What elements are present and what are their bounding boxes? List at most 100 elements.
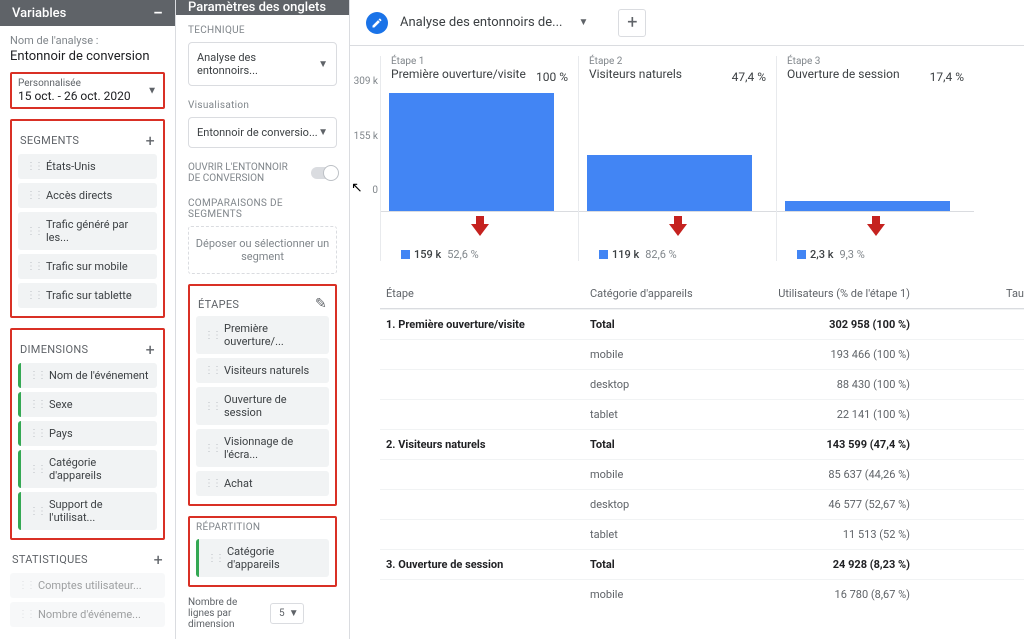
drop-arrow-icon	[471, 224, 489, 236]
list-item[interactable]: ⋮⋮Trafic généré par les...	[18, 212, 157, 250]
segment-drop-zone[interactable]: Déposer ou sélectionner un segment	[188, 226, 337, 274]
edit-tab-icon[interactable]	[366, 12, 388, 34]
list-item[interactable]: ⋮⋮Accès directs	[18, 183, 157, 208]
variables-panel: Variables − Nom de l'analyse : Entonnoir…	[0, 0, 175, 639]
list-item[interactable]: ⋮⋮États-Unis	[18, 154, 157, 179]
tab-bar: Analyse des entonnoirs de... ▼ +	[350, 0, 1024, 46]
split-section: RÉPARTITION ⋮⋮ Catégorie d'appareils	[188, 516, 337, 587]
date-range-picker[interactable]: Personnalisée 15 oct. - 26 oct. 2020 ▼	[10, 72, 165, 109]
add-tab-button[interactable]: +	[618, 9, 646, 37]
tab-settings-panel: Paramètres des onglets TECHNIQUE Analyse…	[175, 0, 350, 639]
list-item[interactable]: ⋮⋮Support de l'utilisat...	[18, 492, 157, 530]
table-row: mobile16 780 (8,67 %)	[380, 579, 1024, 609]
open-funnel-label: OUVRIR L'ENTONNOIR DE CONVERSION	[188, 162, 288, 184]
variables-header: Variables −	[0, 0, 175, 26]
variables-title: Variables	[12, 6, 66, 21]
drag-handle-icon: ⋮⋮	[18, 609, 34, 620]
split-chip[interactable]: ⋮⋮ Catégorie d'appareils	[196, 539, 329, 577]
list-item[interactable]: ⋮⋮Trafic sur tablette	[18, 283, 157, 308]
table-header: Étape Catégorie d'appareils Utilisateurs…	[380, 279, 1024, 309]
chevron-down-icon: ▼	[147, 85, 157, 96]
list-item[interactable]: ⋮⋮Comptes utilisateur...	[10, 573, 165, 598]
canvas: Analyse des entonnoirs de... ▼ + 309 k 1…	[350, 0, 1024, 639]
data-table: Étape Catégorie d'appareils Utilisateurs…	[380, 279, 1024, 609]
drag-handle-icon: ⋮⋮	[26, 161, 42, 172]
tab-name[interactable]: Analyse des entonnoirs de...	[400, 15, 562, 30]
technique-label: TECHNIQUE	[188, 25, 337, 36]
segments-section: SEGMENTS + ⋮⋮États-Unis⋮⋮Accès directs⋮⋮…	[10, 119, 165, 318]
funnel-step: Étape 1Première ouverture/visite100 %159…	[380, 56, 578, 261]
list-item[interactable]: ⋮⋮Catégorie d'appareils	[18, 450, 157, 488]
list-item[interactable]: ⋮⋮Ouverture de session	[196, 387, 329, 425]
list-item[interactable]: ⋮⋮Nom de l'événement	[18, 363, 157, 388]
table-row: mobile85 637 (44,26 %)	[380, 459, 1024, 489]
table-row: 2. Visiteurs naturelsTotal143 599 (47,4 …	[380, 429, 1024, 459]
rows-select[interactable]: 5 ▼	[270, 603, 304, 624]
collapse-icon[interactable]: −	[153, 3, 163, 24]
table-row: tablet11 513 (52 %)	[380, 519, 1024, 549]
add-segment-button[interactable]: +	[146, 131, 155, 150]
add-dimension-button[interactable]: +	[146, 340, 155, 359]
list-item[interactable]: ⋮⋮Pays	[18, 421, 157, 446]
list-item[interactable]: ⋮⋮Première ouverture/...	[196, 316, 329, 354]
drag-handle-icon: ⋮⋮	[26, 290, 42, 301]
dimensions-label: DIMENSIONS	[20, 343, 88, 356]
table-row: tablet22 141 (100 %)	[380, 399, 1024, 429]
drag-handle-icon: ⋮⋮	[204, 401, 220, 412]
add-stat-button[interactable]: +	[154, 550, 163, 569]
analysis-name[interactable]: Entonnoir de conversion	[10, 49, 165, 64]
funnel-step: Étape 2Visiteurs naturels47,4 %119 k82,6…	[578, 56, 776, 261]
drop-arrow-icon	[669, 224, 687, 236]
split-label: RÉPARTITION	[196, 522, 329, 533]
open-funnel-toggle[interactable]	[311, 167, 337, 179]
drag-handle-icon: ⋮⋮	[29, 370, 45, 381]
drag-handle-icon: ⋮⋮	[204, 443, 220, 454]
list-item[interactable]: ⋮⋮Nombre d'événeme...	[10, 602, 165, 627]
drag-handle-icon: ⋮⋮	[26, 190, 42, 201]
list-item[interactable]: ⋮⋮Visionnage de l'écra...	[196, 429, 329, 467]
drag-handle-icon: ⋮⋮	[26, 261, 42, 272]
cursor-icon: ↖	[351, 180, 363, 196]
list-item[interactable]: ⋮⋮Achat	[196, 471, 329, 496]
steps-label: ÉTAPES	[198, 298, 239, 311]
list-item[interactable]: ⋮⋮Sexe	[18, 392, 157, 417]
list-item[interactable]: ⋮⋮Visiteurs naturels	[196, 358, 329, 383]
dimensions-section: DIMENSIONS + ⋮⋮Nom de l'événement⋮⋮Sexe⋮…	[10, 328, 165, 540]
steps-section: ÉTAPES ✎ ⋮⋮Première ouverture/... ⋮⋮Visit…	[188, 284, 337, 506]
table-row: mobile193 466 (100 %)	[380, 339, 1024, 369]
table-row: desktop46 577 (52,67 %)	[380, 489, 1024, 519]
drop-arrow-icon	[867, 224, 885, 236]
chevron-down-icon: ▼	[318, 127, 328, 138]
settings-header: Paramètres des onglets	[176, 0, 349, 15]
chevron-down-icon: ▼	[318, 59, 328, 70]
table-row: desktop88 430 (100 %)	[380, 369, 1024, 399]
y-axis: 309 k 155 k 0	[350, 76, 378, 196]
edit-steps-icon[interactable]: ✎	[315, 296, 327, 312]
drag-handle-icon: ⋮⋮	[204, 330, 220, 341]
viz-label: Visualisation	[188, 100, 337, 111]
table-row: 3. Ouverture de sessionTotal24 928 (8,23…	[380, 549, 1024, 579]
drag-handle-icon: ⋮⋮	[29, 464, 45, 475]
funnel-step: Étape 3Ouverture de session17,4 %2,3 k9,…	[776, 56, 974, 261]
rows-label: Nombre de lignes par dimension	[188, 597, 258, 630]
stats-label: STATISTIQUES	[12, 553, 88, 566]
drag-handle-icon: ⋮⋮	[204, 478, 220, 489]
compare-label: COMPARAISONS DE SEGMENTS	[188, 198, 337, 220]
drag-handle-icon: ⋮⋮	[207, 553, 223, 564]
chevron-down-icon: ▼	[289, 608, 299, 619]
drag-handle-icon: ⋮⋮	[26, 226, 42, 237]
chevron-down-icon[interactable]: ▼	[578, 17, 588, 28]
technique-select[interactable]: Analyse des entonnoirs... ▼	[188, 42, 337, 86]
drag-handle-icon: ⋮⋮	[18, 580, 34, 591]
segments-label: SEGMENTS	[20, 134, 79, 147]
drag-handle-icon: ⋮⋮	[29, 506, 45, 517]
viz-select[interactable]: Entonnoir de conversio... ▼	[188, 117, 337, 148]
settings-title: Paramètres des onglets	[188, 0, 326, 15]
drag-handle-icon: ⋮⋮	[29, 428, 45, 439]
table-row: 1. Première ouverture/visiteTotal302 958…	[380, 309, 1024, 339]
drag-handle-icon: ⋮⋮	[29, 399, 45, 410]
drag-handle-icon: ⋮⋮	[204, 365, 220, 376]
funnel-chart: Étape 1Première ouverture/visite100 %159…	[380, 56, 1024, 261]
list-item[interactable]: ⋮⋮Trafic sur mobile	[18, 254, 157, 279]
analysis-name-label: Nom de l'analyse :	[10, 34, 165, 47]
